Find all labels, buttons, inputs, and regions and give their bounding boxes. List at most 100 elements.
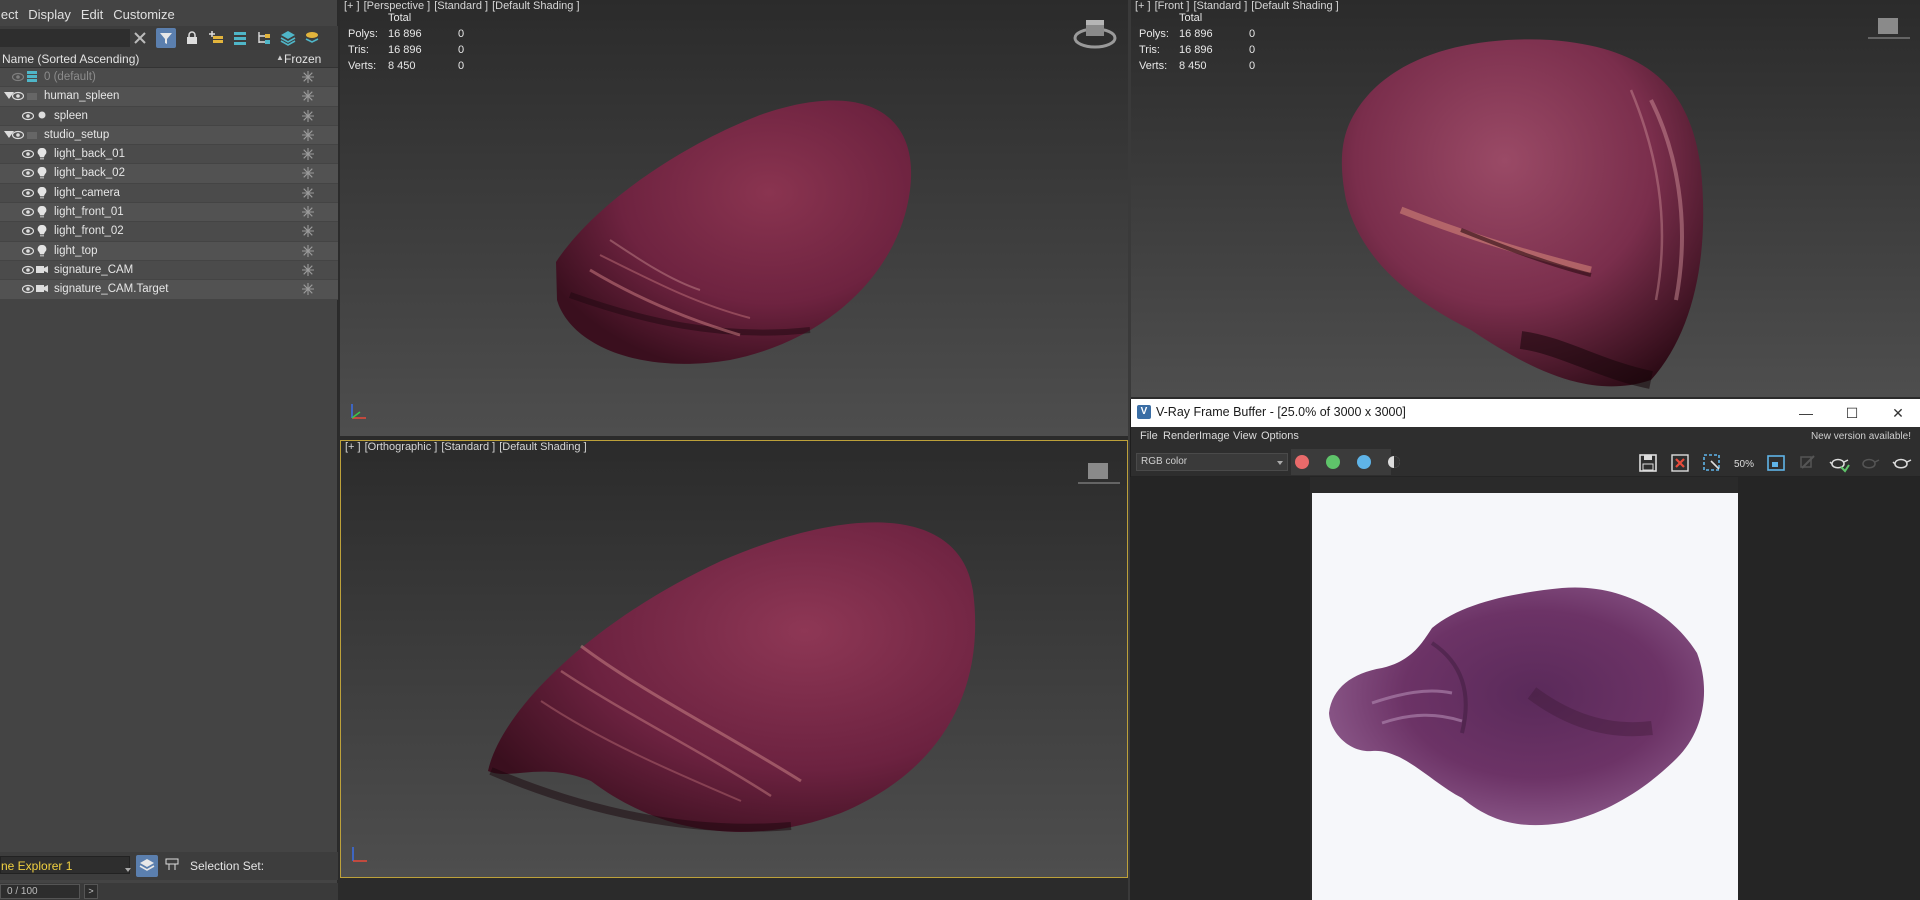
menu-select[interactable]: lect [0,4,26,26]
dropdown-arrow-icon [1277,461,1283,465]
render-teapot-icon[interactable] [1828,452,1850,474]
tree-row[interactable]: light_front_02 [0,222,338,242]
red-channel-button[interactable] [1295,455,1309,469]
interactive-render-icon[interactable] [1859,452,1881,474]
tree-row[interactable]: signature_CAM [0,260,338,281]
visibility-eye-icon[interactable] [21,206,35,217]
scene-explorer: lect Display Edit Customize Name (Sorted… [0,0,338,900]
frozen-snowflake-icon[interactable] [302,263,314,276]
rendered-image[interactable] [1312,493,1738,900]
tree-row-label: light_top [54,244,98,257]
save-image-icon[interactable] [1637,452,1659,474]
frozen-snowflake-icon[interactable] [302,225,314,238]
maximize-icon[interactable]: ☐ [1837,403,1867,423]
link-render-icon[interactable] [1797,452,1819,474]
frozen-snowflake-icon[interactable] [302,283,314,296]
light-icon [36,205,48,218]
visibility-eye-icon[interactable] [21,283,35,294]
clear-image-icon[interactable] [1669,452,1691,474]
search-field[interactable] [0,29,130,47]
channel-select[interactable]: RGB color [1136,453,1288,471]
layer-icon [26,70,38,83]
vfb-titlebar[interactable]: V V-Ray Frame Buffer - [25.0% of 3000 x … [1131,399,1920,427]
frozen-snowflake-icon[interactable] [302,128,314,141]
frozen-snowflake-icon[interactable] [302,167,314,180]
alpha-channel-icon[interactable] [1387,455,1401,469]
zoom-50-icon[interactable]: 50% [1733,452,1755,474]
tree-row[interactable]: studio_setup [0,125,338,146]
tree-row[interactable]: human_spleen [0,87,338,107]
new-version-notice[interactable]: New version available! [1811,431,1911,442]
render-last-icon[interactable] [1891,452,1913,474]
menu-display[interactable]: Display [28,4,79,26]
explorer-name-dropdown[interactable]: ne Explorer 1 [0,856,131,874]
visibility-eye-icon[interactable] [11,90,25,101]
tree-row[interactable]: light_front_01 [0,203,338,223]
frozen-snowflake-icon[interactable] [302,71,314,83]
stack-icon[interactable] [278,28,298,48]
tree-row-label: studio_setup [44,128,110,141]
visibility-eye-icon[interactable] [11,129,25,139]
minimize-icon[interactable]: — [1791,403,1821,423]
vfb-menu-render[interactable]: Render [1163,430,1199,442]
visibility-eye-icon[interactable] [21,167,35,178]
vfb-menu-file[interactable]: File [1140,430,1158,442]
spleen-mesh-orthographic[interactable] [341,441,1128,878]
frozen-snowflake-icon[interactable] [302,109,314,122]
hierarchy-icon[interactable] [254,28,274,48]
viewport-perspective[interactable]: [+ ] [Perspective ] [Standard ] [Default Sh… [340,0,1128,436]
visibility-eye-icon[interactable] [11,71,25,82]
spleen-mesh-front[interactable] [1131,0,1920,397]
visibility-eye-icon[interactable] [21,148,35,159]
menu-edit[interactable]: Edit [81,4,111,26]
vfb-menu-options[interactable]: Options [1261,430,1299,442]
tree-row[interactable]: 0 (default) [0,68,338,88]
tree-row[interactable]: light_top [0,241,338,261]
visibility-eye-icon[interactable] [21,110,35,120]
close-icon[interactable]: ✕ [1883,403,1913,423]
menu-customize[interactable]: Customize [113,4,182,26]
blue-channel-button[interactable] [1357,455,1371,469]
tree-row[interactable]: signature_CAM.Target [0,280,338,300]
region-render-icon[interactable] [1701,452,1723,474]
vfb-toolbar: RGB color 50% [1131,447,1920,477]
layers-icon[interactable] [230,28,250,48]
frozen-snowflake-icon[interactable] [302,206,314,219]
time-slider[interactable]: 0 / 100 > [0,883,338,900]
filter-icon[interactable] [156,28,176,48]
tree-row-label: 0 (default) [44,71,96,83]
lock-icon[interactable] [182,28,202,48]
clear-search-icon[interactable] [130,28,150,48]
layer-explorer-icon[interactable] [136,855,158,877]
spleen-mesh-perspective[interactable] [340,0,1128,436]
tree-row[interactable]: light_back_02 [0,164,338,184]
frozen-snowflake-icon[interactable] [302,186,314,199]
frame-counter[interactable]: 0 / 100 [0,884,80,899]
viewport-front[interactable]: [+ ] [Front ] [Standard ] [Default Shading … [1131,0,1920,397]
frozen-snowflake-icon[interactable] [302,244,314,257]
visibility-eye-icon[interactable] [21,245,35,255]
add-layer-icon[interactable] [206,28,226,48]
tree-row[interactable]: light_camera [0,183,338,204]
frame-counter-text: 0 / 100 [7,886,38,897]
column-name-header[interactable]: Name (Sorted Ascending) [2,52,139,66]
next-frame-button[interactable]: > [84,884,98,899]
vfb-menu-image[interactable]: Image [1199,430,1230,442]
viewport-orthographic[interactable]: [+ ] [Orthographic ] [Standard ] [Default S… [340,440,1128,878]
layer-display-icon[interactable] [302,28,322,48]
hierarchy-explorer-icon[interactable] [162,855,182,875]
frozen-snowflake-icon[interactable] [302,148,314,161]
column-frozen-header[interactable]: Frozen [284,52,321,66]
visibility-eye-icon[interactable] [21,264,35,275]
vfb-menubar: File Render Image View Options New versi… [1131,427,1920,447]
tree-row-label: light_back_02 [54,167,125,180]
vfb-title: V-Ray Frame Buffer - [25.0% of 3000 x 30… [1156,405,1406,419]
green-channel-button[interactable] [1326,455,1340,469]
tree-row[interactable]: light_back_01 [0,145,338,165]
tree-row[interactable]: spleen [0,106,338,126]
vfb-menu-view[interactable]: View [1233,430,1257,442]
track-mouse-icon[interactable] [1765,452,1787,474]
visibility-eye-icon[interactable] [21,187,35,197]
visibility-eye-icon[interactable] [21,225,35,236]
frozen-snowflake-icon[interactable] [302,90,314,103]
